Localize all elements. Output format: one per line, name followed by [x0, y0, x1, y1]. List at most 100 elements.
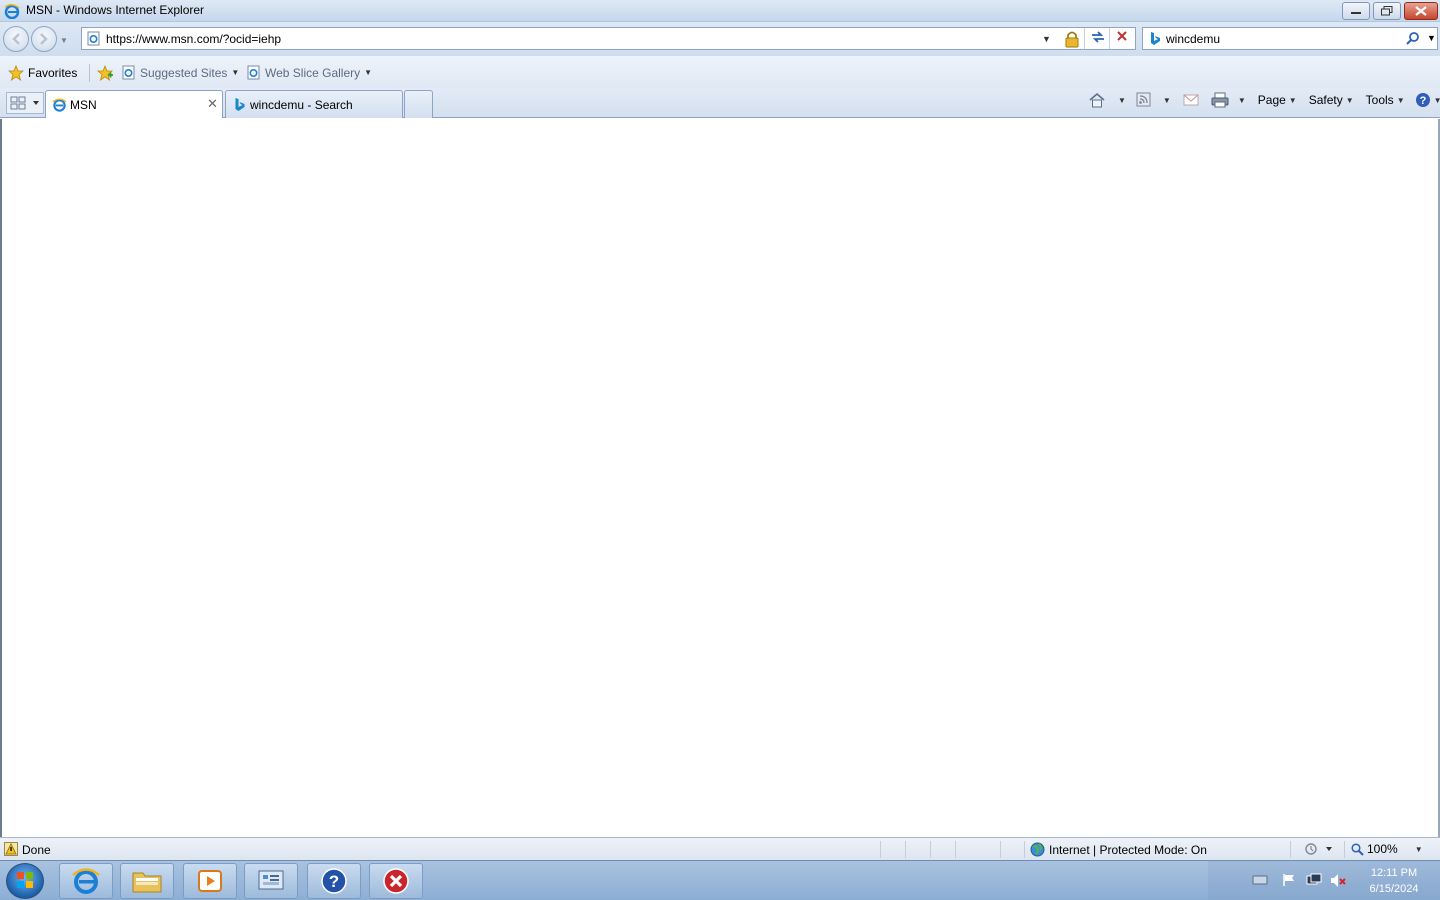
stop-button[interactable]	[1112, 29, 1132, 47]
ie-page-icon	[247, 65, 260, 80]
status-divider	[1290, 841, 1291, 858]
taskbar: ? 12:11 PM 6/15/2024	[0, 860, 1440, 900]
print-button[interactable]: ▼	[1211, 92, 1246, 108]
status-text: Done	[22, 843, 51, 857]
address-dropdown-icon[interactable]: ▼	[1042, 34, 1051, 44]
keyboard-icon[interactable]	[1252, 874, 1268, 886]
lock-icon[interactable]	[1062, 30, 1082, 48]
media-player-icon	[198, 870, 222, 892]
safety-menu-label: Safety	[1308, 93, 1343, 107]
forward-arrow-icon	[40, 33, 48, 45]
status-divider	[905, 841, 906, 858]
popup-blocker-icon[interactable]	[1304, 842, 1338, 856]
web-slice-gallery-link[interactable]: Web Slice Gallery ▼	[246, 65, 372, 80]
status-bar: Done Internet | Protected Mode: On 100% …	[0, 837, 1440, 860]
minimize-button[interactable]	[1342, 2, 1370, 20]
suggested-sites-link[interactable]: Suggested Sites ▼	[121, 65, 239, 80]
volume-muted-icon[interactable]	[1330, 873, 1346, 888]
page-menu[interactable]: Page ▼	[1258, 93, 1297, 107]
taskbar-windows-explorer[interactable]	[120, 863, 174, 899]
taskbar-help[interactable]: ?	[307, 863, 361, 899]
read-mail-button[interactable]	[1183, 93, 1199, 107]
page-menu-label: Page	[1257, 93, 1286, 107]
chevron-down-icon[interactable]: ▼	[1163, 96, 1171, 105]
tab-label: wincdemu - Search	[250, 98, 353, 112]
favorites-label: Favorites	[28, 66, 78, 80]
chevron-down-icon: ▼	[1414, 844, 1423, 854]
page-icon	[87, 31, 100, 46]
taskbar-error-app[interactable]	[369, 863, 423, 899]
help-menu[interactable]: ? ▼	[1415, 92, 1440, 108]
bing-logo-icon	[1151, 32, 1160, 45]
help-icon: ?	[1415, 93, 1430, 107]
web-slice-gallery-label: Web Slice Gallery	[265, 65, 361, 80]
tab-bar: MSN ✕ wincdemu - Search ▼ ▼ ▼ Page ▼ Saf…	[0, 88, 1440, 118]
suggested-sites-label: Suggested Sites	[140, 65, 228, 80]
favorites-button[interactable]: Favorites	[8, 65, 77, 81]
taskbar-control-panel[interactable]	[244, 863, 298, 899]
title-bar: MSN - Windows Internet Explorer	[0, 0, 1440, 22]
close-tab-icon[interactable]: ✕	[207, 96, 218, 112]
printer-icon	[1211, 92, 1229, 108]
quick-tabs-grid-icon	[10, 96, 39, 110]
restore-button[interactable]	[1373, 2, 1401, 20]
search-icon[interactable]	[1406, 31, 1420, 45]
help-icon: ?	[321, 868, 347, 894]
favorites-star-icon	[8, 65, 24, 81]
minimize-icon	[1351, 12, 1361, 14]
status-divider	[880, 841, 881, 858]
tools-menu[interactable]: Tools ▼	[1366, 93, 1405, 107]
chevron-down-icon: ▼	[1396, 95, 1405, 105]
page-content[interactable]	[0, 119, 1440, 837]
rss-feed-icon	[1136, 92, 1151, 107]
search-options-dropdown-icon[interactable]: ▼	[1427, 33, 1436, 43]
taskbar-internet-explorer[interactable]	[59, 863, 113, 899]
network-icon[interactable]	[1306, 873, 1322, 888]
chevron-down-icon[interactable]: ▼	[1238, 96, 1246, 105]
zoom-level-button[interactable]: 100% ▼	[1351, 842, 1423, 856]
taskbar-media-player[interactable]	[183, 863, 237, 899]
security-zone-text: Internet | Protected Mode: On	[1049, 842, 1207, 857]
chevron-down-icon: ▼	[231, 68, 240, 77]
restore-icon	[1381, 6, 1393, 16]
chevron-down-icon[interactable]: ▼	[1118, 96, 1126, 105]
tab-msn[interactable]: MSN ✕	[45, 90, 223, 118]
windows-logo-icon	[17, 872, 33, 888]
close-icon	[1415, 6, 1427, 16]
status-divider	[1344, 841, 1345, 858]
zoom-icon	[1351, 842, 1364, 856]
quick-tabs-button[interactable]	[6, 92, 44, 114]
favorites-bar: Favorites Suggested Sites ▼ Web Slice Ga…	[0, 56, 1440, 88]
address-divider	[1109, 28, 1110, 49]
start-button[interactable]	[6, 863, 44, 899]
url-text[interactable]: https://www.msn.com/?ocid=iehp	[106, 32, 281, 46]
refresh-button[interactable]	[1088, 30, 1108, 48]
chevron-down-icon: ▼	[1345, 95, 1354, 105]
search-query[interactable]: wincdemu	[1166, 32, 1220, 46]
clock[interactable]: 12:11 PM 6/15/2024	[1352, 865, 1436, 897]
status-divider	[1024, 841, 1025, 858]
recent-pages-dropdown-icon[interactable]: ▼	[60, 36, 68, 45]
feeds-button[interactable]: ▼	[1136, 92, 1171, 108]
address-bar[interactable]: https://www.msn.com/?ocid=iehp ▼	[81, 27, 1136, 50]
ie-logo-icon	[72, 868, 100, 894]
new-tab-button[interactable]	[404, 90, 433, 118]
action-center-flag-icon[interactable]	[1282, 873, 1296, 887]
back-button[interactable]	[3, 26, 29, 52]
safety-menu[interactable]: Safety ▼	[1309, 93, 1354, 107]
security-zone[interactable]: Internet | Protected Mode: On	[1030, 842, 1207, 857]
tab-label: MSN	[70, 98, 97, 112]
home-icon	[1089, 92, 1105, 108]
clock-date: 6/15/2024	[1369, 883, 1419, 895]
tab-wincdemu-search[interactable]: wincdemu - Search	[225, 90, 403, 118]
close-window-button[interactable]	[1404, 2, 1438, 20]
folder-icon	[132, 872, 162, 893]
search-box[interactable]: wincdemu ▼	[1142, 27, 1438, 50]
address-divider	[1084, 28, 1085, 49]
svg-text:?: ?	[329, 872, 339, 891]
refresh-icon	[1092, 31, 1104, 43]
home-button[interactable]: ▼	[1088, 92, 1126, 108]
add-to-favorites-bar-button[interactable]	[96, 65, 114, 81]
forward-button[interactable]	[31, 26, 57, 52]
back-arrow-icon	[12, 33, 20, 45]
